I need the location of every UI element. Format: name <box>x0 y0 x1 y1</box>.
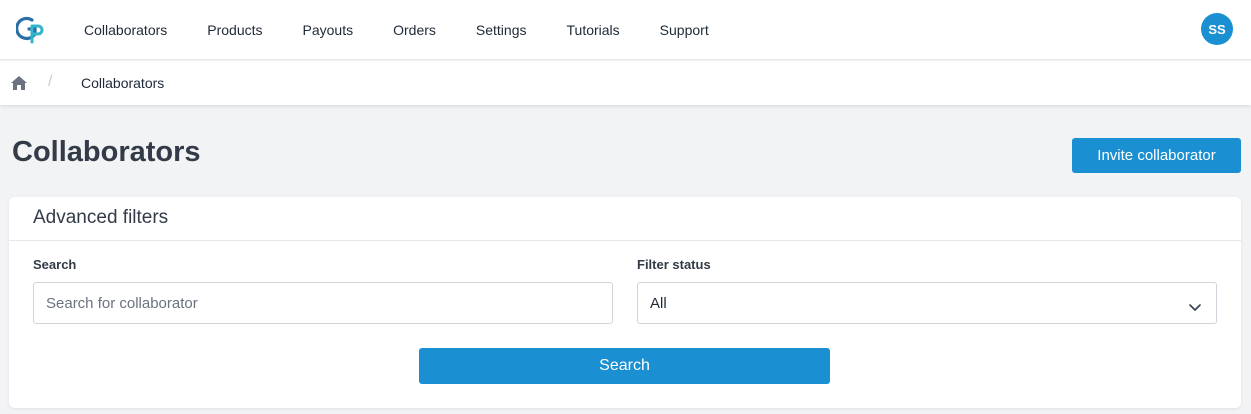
nav-item-support[interactable]: Support <box>640 22 729 38</box>
filter-status-label: Filter status <box>637 257 711 272</box>
page-title: Collaborators <box>12 136 201 168</box>
filter-status-value: All <box>650 295 667 312</box>
nav-item-payouts[interactable]: Payouts <box>283 22 374 38</box>
home-icon[interactable] <box>10 75 28 91</box>
main-nav: Collaborators Products Payouts Orders Se… <box>64 0 729 60</box>
search-button[interactable]: Search <box>419 348 830 384</box>
invite-collaborator-button[interactable]: Invite collaborator <box>1072 138 1241 173</box>
search-input[interactable] <box>33 282 613 324</box>
breadcrumb: / Collaborators <box>0 61 1251 105</box>
user-avatar[interactable]: SS <box>1201 13 1233 45</box>
breadcrumb-separator: / <box>48 73 53 90</box>
nav-item-orders[interactable]: Orders <box>373 22 456 38</box>
top-navbar: Collaborators Products Payouts Orders Se… <box>0 0 1251 60</box>
gp-logo-icon[interactable] <box>15 14 50 46</box>
search-label: Search <box>33 257 77 272</box>
card-title: Advanced filters <box>33 207 169 228</box>
chevron-down-icon <box>1189 299 1201 311</box>
nav-item-products[interactable]: Products <box>187 22 282 38</box>
nav-item-tutorials[interactable]: Tutorials <box>547 22 640 38</box>
filter-status-select[interactable]: All <box>637 282 1217 324</box>
breadcrumb-current: Collaborators <box>81 75 165 91</box>
nav-item-settings[interactable]: Settings <box>456 22 547 38</box>
nav-item-collaborators[interactable]: Collaborators <box>64 22 187 38</box>
advanced-filters-card: Advanced filters Search Filter status Al… <box>9 197 1241 408</box>
card-header: Advanced filters <box>9 197 1241 241</box>
